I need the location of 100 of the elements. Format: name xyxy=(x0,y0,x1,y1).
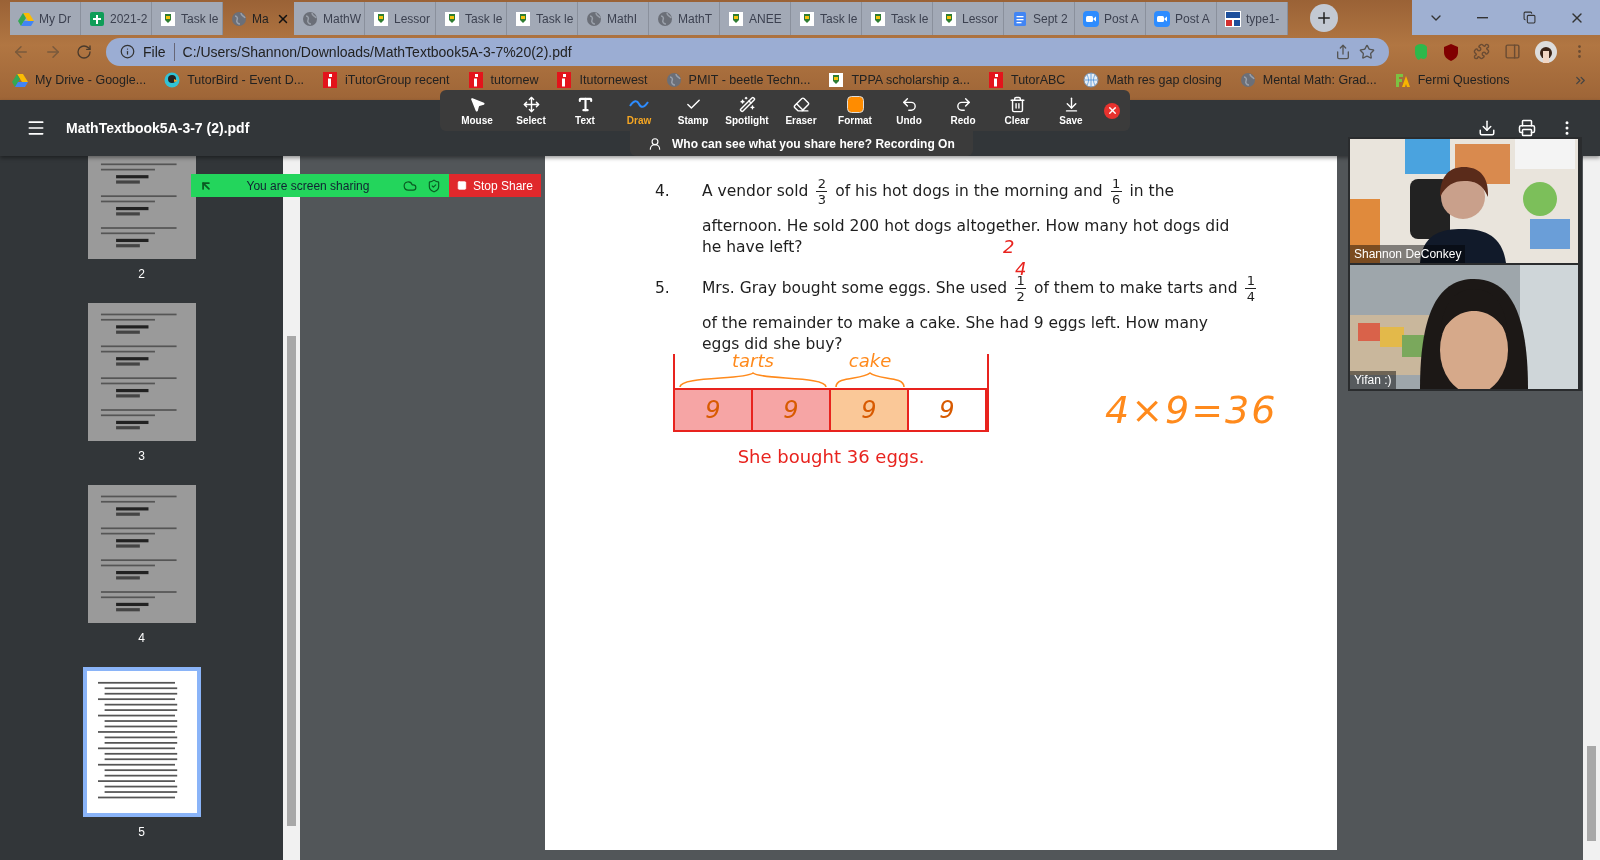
annotation-tool[interactable]: Undo xyxy=(882,95,936,126)
annotation-tool[interactable]: Spotlight xyxy=(720,95,774,126)
bookmark[interactable]: PMIT - beetle Techn... xyxy=(665,72,811,88)
page-number: 4 xyxy=(138,631,145,645)
annotation-tool[interactable]: Text xyxy=(558,95,612,126)
browser-tab[interactable]: 2021-2 xyxy=(81,2,152,35)
browser-tab[interactable]: Task le xyxy=(507,2,578,35)
handwritten-label: tarts xyxy=(732,350,774,372)
document-icon xyxy=(1012,10,1028,27)
browser-tab[interactable]: Task le xyxy=(152,2,223,35)
bookmark[interactable]: Math res gap closing xyxy=(1083,72,1222,88)
globe-icon xyxy=(665,72,682,88)
address-bar[interactable]: File C:/Users/Shannon/Downloads/MathTextbook5A-3-7%20(2).pdf xyxy=(106,37,1389,66)
bookmark[interactable]: TutorABC xyxy=(988,72,1066,88)
annotation-tool[interactable]: Mouse xyxy=(450,95,504,126)
scheme-label: File xyxy=(143,43,166,60)
close-button[interactable] xyxy=(1104,102,1120,119)
info-mark-icon xyxy=(988,72,1004,88)
text-icon xyxy=(576,95,594,113)
scrollbar-thumb[interactable] xyxy=(1587,746,1596,841)
bookmark[interactable]: TPPA scholarship a... xyxy=(828,72,970,88)
share-notice[interactable]: Who can see what you share here? Recording On xyxy=(630,131,973,156)
bookmark[interactable]: My Drive - Google... xyxy=(12,72,147,88)
browser-tab[interactable]: Task le xyxy=(436,2,507,35)
problem-text: of them to make tarts and xyxy=(1033,279,1239,297)
browser-tab[interactable]: MathW xyxy=(294,2,365,35)
shield-icon[interactable] xyxy=(1443,42,1459,61)
redo-icon xyxy=(954,95,972,113)
info-mark-icon xyxy=(467,72,484,88)
info-icon[interactable] xyxy=(120,44,135,59)
pointer-icon xyxy=(468,95,486,113)
video-camera-icon xyxy=(1083,10,1099,27)
new-tab-button[interactable] xyxy=(1310,4,1338,32)
spreadsheet-icon xyxy=(89,10,105,27)
annotation-tool[interactable]: Save xyxy=(1044,95,1098,126)
share-icon[interactable] xyxy=(1335,43,1351,60)
page-thumbnail[interactable] xyxy=(87,485,196,623)
annotation-tool[interactable]: Draw xyxy=(612,95,666,126)
user-icon xyxy=(648,136,662,151)
bookmark[interactable]: tutornew xyxy=(467,72,539,88)
side-panel-icon[interactable] xyxy=(1504,43,1521,60)
answer-text: She bought 36 eggs. xyxy=(737,446,925,467)
fraction: 2 3 xyxy=(816,175,828,207)
crest-icon xyxy=(160,10,176,27)
page-thumbnail[interactable] xyxy=(87,303,196,441)
browser-tab[interactable]: MathI xyxy=(578,2,649,35)
annotation-tool[interactable]: Redo xyxy=(936,95,990,126)
problem-text: A vendor sold xyxy=(702,182,810,200)
bookmark[interactable]: Fermi Questions xyxy=(1394,72,1510,88)
brace-drawing xyxy=(835,372,905,388)
browser-tab[interactable]: Task le xyxy=(791,2,862,35)
restore-icon xyxy=(1523,11,1536,24)
handwritten-equation: 4×9=36 xyxy=(1105,388,1278,432)
notice-text: Who can see what you share here? Recording On xyxy=(672,136,955,151)
menu-icon[interactable] xyxy=(26,118,46,138)
page-thumbnail[interactable] xyxy=(87,156,196,259)
avatar-icon[interactable] xyxy=(1535,40,1557,63)
extensions-icon[interactable] xyxy=(1473,43,1490,60)
bookmark[interactable]: TutorBird - Event D... xyxy=(164,72,305,88)
annotation-tool[interactable]: Select xyxy=(504,95,558,126)
info-mark-icon xyxy=(556,72,573,88)
globe-icon xyxy=(1083,72,1100,88)
browser-tab[interactable]: Post A xyxy=(1075,2,1146,35)
url-text: C:/Users/Shannon/Downloads/MathTextbook5A-3-7%20(2).pdf xyxy=(182,43,572,60)
reload-icon[interactable] xyxy=(76,43,92,60)
stop-share-button[interactable]: Stop Share xyxy=(449,174,541,197)
browser-tab[interactable]: type1- xyxy=(1217,2,1288,35)
browser-tab[interactable]: My Dr xyxy=(10,2,81,35)
handwritten-digit: 2 xyxy=(1003,236,1015,257)
browser-tab[interactable]: Post A xyxy=(1146,2,1217,35)
video-camera-icon xyxy=(1154,10,1170,27)
scrollbar[interactable] xyxy=(1583,156,1600,860)
annotation-tool[interactable]: Stamp xyxy=(666,95,720,126)
bookmark[interactable]: iTutorGroup recent xyxy=(322,72,450,88)
bar-segment: 9 xyxy=(675,390,753,430)
browser-tab[interactable]: Ma xyxy=(223,2,294,35)
problem-number: 4. xyxy=(655,181,671,202)
bookmark[interactable]: Itutornewest xyxy=(556,72,648,88)
crest-icon xyxy=(799,10,815,27)
bookmark[interactable]: Mental Math: Grad... xyxy=(1239,72,1377,88)
print-icon[interactable] xyxy=(1518,119,1536,137)
annotation-tool[interactable]: Eraser xyxy=(774,95,828,126)
globe-icon xyxy=(302,10,318,27)
annotation-tool[interactable]: Format xyxy=(828,95,882,126)
globe-icon xyxy=(586,10,602,27)
browser-tab[interactable]: Sept 2 xyxy=(1004,2,1075,35)
browser-tab[interactable]: ANEE xyxy=(720,2,791,35)
star-icon[interactable] xyxy=(1359,43,1375,60)
download-icon[interactable] xyxy=(1478,119,1496,137)
page-thumbnail[interactable] xyxy=(82,667,201,817)
annotation-tool[interactable]: Clear xyxy=(990,95,1044,126)
browser-tab[interactable]: Task le xyxy=(862,2,933,35)
crest-icon xyxy=(870,10,886,27)
wand-icon xyxy=(738,95,756,113)
browser-tab[interactable]: Lessor xyxy=(933,2,1004,35)
problem-text: of the remainder to make a cake. She had 9 eggs left. How many xyxy=(702,313,1208,332)
move-icon xyxy=(522,95,540,113)
browser-tab[interactable]: MathT xyxy=(649,2,720,35)
scrollbar-thumb[interactable] xyxy=(287,336,296,826)
browser-tab[interactable]: Lessor xyxy=(365,2,436,35)
